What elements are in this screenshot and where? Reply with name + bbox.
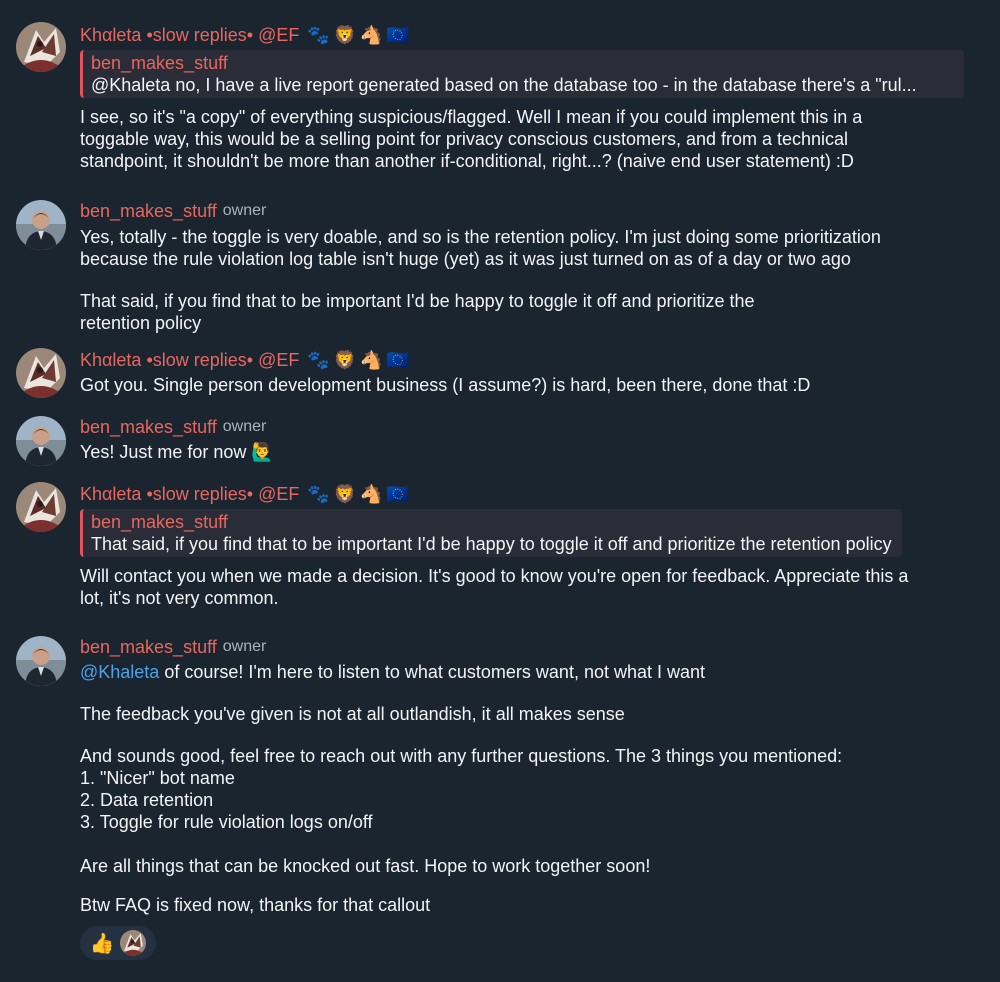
horse-icon: 🐴 [360,484,383,504]
eu-flag-icon: 🇪🇺 [386,25,410,45]
paw-prints-icon: 🐾 [307,484,330,504]
message-text: Will contact you when we made a decision… [80,566,909,608]
paw-prints-icon: 🐾 [307,25,330,45]
avatar[interactable] [16,348,66,398]
avatar[interactable] [16,200,66,250]
thumbs-up-icon: 👍 [89,932,115,955]
author-name[interactable]: Khαleta •slow replies• @EF [80,483,299,505]
role-badges: 🐾 🦁 🐴 🇪🇺 [307,484,409,504]
author-name[interactable]: ben_makes_stuff [80,200,217,222]
horse-icon: 🐴 [360,25,383,45]
owner-tag: owner [222,202,267,219]
message-text: Yes! Just me for now 🙋‍♂️ [80,442,274,462]
role-badges: 🐾 🦁 🐴 🇪🇺 [307,350,409,370]
chat-log: Khαleta •slow replies• @EF 🐾 🦁 🐴 🇪🇺 ben_… [0,0,1000,982]
author-name[interactable]: ben_makes_stuff [80,636,217,658]
message-text: Yes, totally - the toggle is very doable… [80,227,881,333]
author-name[interactable]: Khαleta •slow replies• @EF [80,349,299,371]
paw-prints-icon: 🐾 [307,350,330,370]
owner-tag: owner [222,418,267,435]
horse-icon: 🐴 [360,350,383,370]
eu-flag-icon: 🇪🇺 [386,484,410,504]
list-item: 3. Toggle for rule violation logs on/off [80,812,373,832]
avatar[interactable] [16,416,66,466]
author-name[interactable]: Khαleta •slow replies• @EF [80,24,299,46]
reaction-thumbs-up[interactable]: 👍 [80,926,156,960]
avatar[interactable] [16,22,66,72]
lion-icon: 🦁 [333,350,357,370]
avatar[interactable] [16,482,66,532]
message-text: Got you. Single person development busin… [80,375,811,395]
author-name[interactable]: ben_makes_stuff [80,416,217,438]
lion-icon: 🦁 [333,25,357,45]
reply-author: ben_makes_stuff [91,53,228,73]
reactions: 👍 [80,926,964,960]
eu-flag-icon: 🇪🇺 [386,350,410,370]
user-mention[interactable]: @Khaleta [80,662,159,682]
reply-quote[interactable]: ben_makes_stuff That said, if you find t… [80,509,902,557]
list-item: 2. Data retention [80,790,214,810]
message-text: @Khaleta of course! I'm here to listen t… [80,661,964,916]
reactor-avatar [120,930,147,956]
reply-text: @Khaleta no, I have a live report genera… [91,75,917,95]
message-text: I see, so it's "a copy" of everything su… [80,107,863,171]
reply-text: That said, if you find that to be import… [91,534,892,554]
avatar[interactable] [16,636,66,686]
reply-quote[interactable]: ben_makes_stuff @Khaleta no, I have a li… [80,50,964,98]
owner-tag: owner [222,638,267,655]
reply-author: ben_makes_stuff [91,512,228,532]
role-badges: 🐾 🦁 🐴 🇪🇺 [307,25,409,45]
lion-icon: 🦁 [333,484,357,504]
list-item: 1. "Nicer" bot name [80,768,235,788]
